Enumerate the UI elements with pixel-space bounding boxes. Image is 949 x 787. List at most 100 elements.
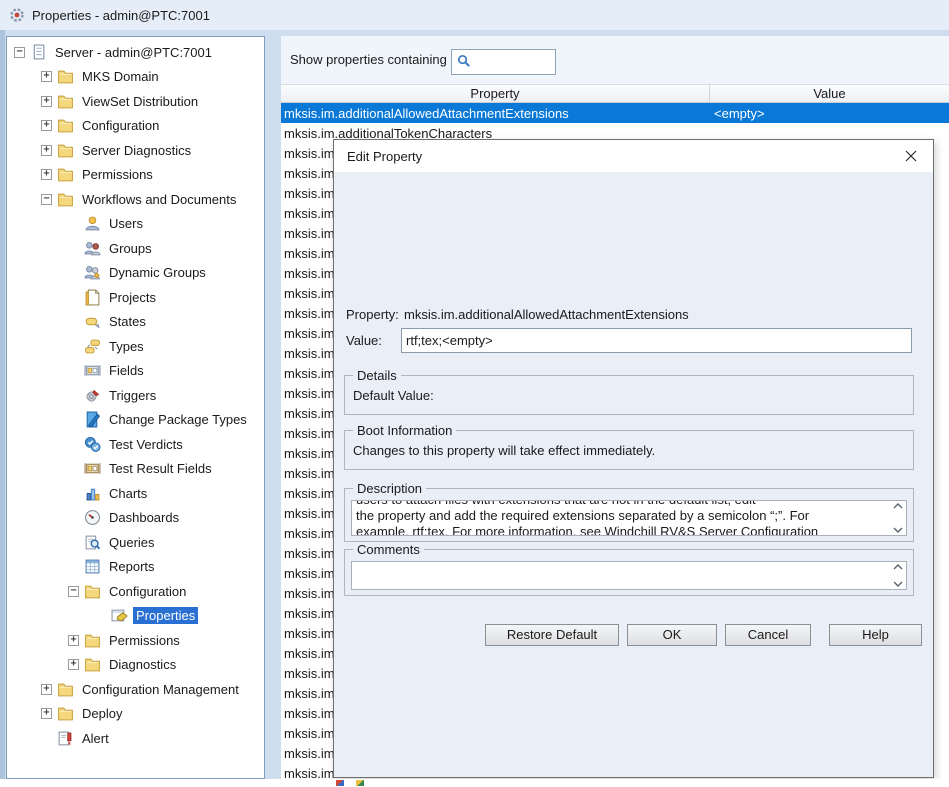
collapse-toggle[interactable]: − xyxy=(14,47,25,58)
folder-icon xyxy=(57,191,74,208)
folder-icon xyxy=(84,656,101,673)
tree-item-deploy[interactable]: +Deploy xyxy=(7,702,264,727)
tree-item-workflows-and-documents[interactable]: −Workflows and Documents xyxy=(7,187,264,212)
tree-item-charts[interactable]: Charts xyxy=(7,481,264,506)
test-verdicts-icon xyxy=(84,436,101,453)
tree-item-configuration[interactable]: +Configuration xyxy=(7,114,264,139)
tree-item-mks-domain[interactable]: + MKS Domain xyxy=(7,65,264,90)
search-icon xyxy=(456,53,471,71)
tree-item-label: Groups xyxy=(106,240,155,257)
chevron-up-icon[interactable] xyxy=(893,564,903,570)
tree-item-properties[interactable]: Properties xyxy=(7,604,264,629)
close-icon[interactable] xyxy=(899,144,923,168)
tree-item-diagnostics[interactable]: + Diagnostics xyxy=(7,653,264,678)
tree-item-users[interactable]: Users xyxy=(7,212,264,237)
filter-bar: Show properties containing xyxy=(281,36,949,84)
expand-toggle[interactable]: + xyxy=(41,145,52,156)
tree-item-server-diagnostics[interactable]: + Server Diagnostics xyxy=(7,138,264,163)
tree-item-label: MKS Domain xyxy=(79,68,162,85)
queries-icon xyxy=(84,534,101,551)
test-result-fields-icon xyxy=(84,460,101,477)
tree-item-configuration[interactable]: −Configuration xyxy=(7,579,264,604)
description-scrollbar xyxy=(891,503,905,533)
tree-item-label: Charts xyxy=(106,485,150,502)
collapse-toggle[interactable]: − xyxy=(68,586,79,597)
tree-item-label: Queries xyxy=(106,534,158,551)
tree-item-label: Change Package Types xyxy=(106,411,250,428)
expand-toggle[interactable]: + xyxy=(41,169,52,180)
tree-item-triggers[interactable]: Triggers xyxy=(7,383,264,408)
expand-toggle[interactable]: + xyxy=(41,708,52,719)
tree-item-test-verdicts[interactable]: Test Verdicts xyxy=(7,432,264,457)
value-field[interactable]: rtf;tex;<empty> xyxy=(401,328,912,353)
desktop-icon-fragment xyxy=(356,780,364,786)
expand-toggle[interactable]: + xyxy=(68,635,79,646)
window-title: Properties - admin@PTC:7001 xyxy=(32,8,210,23)
window-border xyxy=(0,30,5,779)
column-header-value[interactable]: Value xyxy=(710,85,949,102)
folder-icon xyxy=(57,705,74,722)
change-package-icon xyxy=(84,411,101,428)
types-icon xyxy=(84,338,101,355)
help-button[interactable]: Help xyxy=(829,624,922,646)
tree-item-queries[interactable]: Queries xyxy=(7,530,264,555)
tree-item-dashboards[interactable]: Dashboards xyxy=(7,506,264,531)
folder-icon xyxy=(57,166,74,183)
table-row[interactable]: mksis.im.additionalAllowedAttachmentExte… xyxy=(281,103,949,123)
dialog-title: Edit Property xyxy=(347,149,422,164)
tree-item-dynamic-groups[interactable]: Dynamic Groups xyxy=(7,261,264,286)
tree-item-test-result-fields[interactable]: Test Result Fields xyxy=(7,457,264,482)
tree-item-reports[interactable]: Reports xyxy=(7,555,264,580)
tree-item-label: Properties xyxy=(133,607,198,624)
expand-toggle[interactable]: + xyxy=(41,120,52,131)
tree-item-configuration-management[interactable]: +Configuration Management xyxy=(7,677,264,702)
tree-item-permissions[interactable]: +Permissions xyxy=(7,628,264,653)
tree-item-server-admin-ptc-7001[interactable]: −Server - admin@PTC:7001 xyxy=(7,40,264,65)
collapse-toggle[interactable]: − xyxy=(41,194,52,205)
tree-item-label: Diagnostics xyxy=(106,656,179,673)
expand-toggle[interactable]: + xyxy=(41,71,52,82)
edit-property-dialog: Edit Property Property: mksis.im.additio… xyxy=(333,139,934,778)
search-input[interactable] xyxy=(451,49,556,75)
description-textarea[interactable]: users to attach files with extensions th… xyxy=(351,500,907,536)
reports-icon xyxy=(84,558,101,575)
value-field-text: rtf;tex;<empty> xyxy=(406,333,493,348)
tree-item-fields[interactable]: Fields xyxy=(7,359,264,384)
value-label: Value: xyxy=(346,333,382,348)
window-titlebar: Properties - admin@PTC:7001 xyxy=(0,0,949,30)
column-header-property[interactable]: Property xyxy=(281,85,710,102)
expand-toggle[interactable]: + xyxy=(68,659,79,670)
expand-toggle[interactable]: + xyxy=(41,96,52,107)
tree-item-projects[interactable]: Projects xyxy=(7,285,264,310)
tree-item-permissions[interactable]: +Permissions xyxy=(7,163,264,188)
description-group: Description users to attach files with e… xyxy=(344,488,914,542)
projects-icon xyxy=(84,289,101,306)
tree-item-label: Server Diagnostics xyxy=(79,142,194,159)
folder-icon xyxy=(57,142,74,159)
value-cell: <empty> xyxy=(710,106,949,121)
window-bottom-edge xyxy=(0,779,949,787)
chevron-down-icon[interactable] xyxy=(893,581,903,587)
triggers-icon xyxy=(84,387,101,404)
comments-group-title: Comments xyxy=(353,542,424,557)
charts-icon xyxy=(84,485,101,502)
chevron-down-icon[interactable] xyxy=(893,527,903,533)
tree-item-states[interactable]: States xyxy=(7,310,264,335)
comments-textarea[interactable] xyxy=(351,561,907,590)
property-label: Property: xyxy=(346,307,399,322)
tree-item-groups[interactable]: Groups xyxy=(7,236,264,261)
cancel-button[interactable]: Cancel xyxy=(725,624,811,646)
chevron-up-icon[interactable] xyxy=(893,503,903,509)
dashboards-icon xyxy=(84,509,101,526)
ok-button[interactable]: OK xyxy=(627,624,717,646)
tree-item-label: Reports xyxy=(106,558,158,575)
app-icon xyxy=(9,7,25,23)
groups-icon xyxy=(84,240,101,257)
expand-toggle[interactable]: + xyxy=(41,684,52,695)
tree-item-types[interactable]: Types xyxy=(7,334,264,359)
tree-item-viewset-distribution[interactable]: +ViewSet Distribution xyxy=(7,89,264,114)
tree-item-change-package-types[interactable]: Change Package Types xyxy=(7,408,264,433)
tree-item-label: Triggers xyxy=(106,387,159,404)
tree-item-alert[interactable]: Alert xyxy=(7,726,264,751)
restore-default-button[interactable]: Restore Default xyxy=(485,624,619,646)
